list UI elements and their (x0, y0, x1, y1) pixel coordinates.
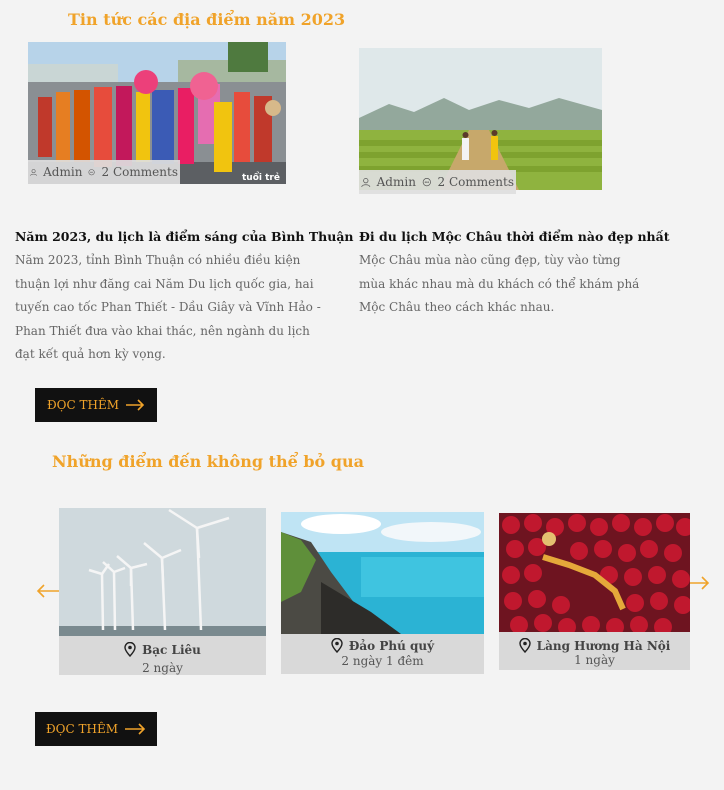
article-1-comments[interactable]: 2 Comments (102, 165, 178, 179)
article-1-description: Năm 2023, tỉnh Bình Thuận có nhiều điều … (15, 253, 321, 361)
news-read-more-label: ĐỌC THÊM (46, 398, 120, 412)
article-1-meta: Admin 2 Comments (28, 160, 180, 184)
article-1-title[interactable]: Năm 2023, du lịch là điểm sáng của Bình … (15, 229, 354, 244)
image-watermark: tuổi trẻ (242, 171, 280, 183)
destination-image-bac-lieu (59, 508, 266, 636)
destination-name: Làng Hương Hà Nội (536, 638, 671, 653)
destination-image-lang-huong-ha-noi (499, 513, 690, 632)
destination-duration: 1 ngày (574, 653, 615, 667)
destination-info-dao-phu-quy: Đảo Phú quý 2 ngày 1 đêm (281, 634, 484, 674)
article-2-meta: Admin 2 Comments (359, 170, 516, 194)
comment-icon (422, 177, 431, 186)
map-pin-icon (124, 642, 136, 657)
destination-card-bac-lieu[interactable]: Bạc Liêu 2 ngày (59, 508, 266, 675)
destination-name: Bạc Liêu (142, 642, 201, 657)
news-read-more-button[interactable]: ĐỌC THÊM (35, 388, 157, 422)
map-pin-icon (331, 638, 343, 653)
article-2-comments[interactable]: 2 Comments (438, 175, 514, 189)
destination-card-dao-phu-quy[interactable]: Đảo Phú quý 2 ngày 1 đêm (281, 512, 484, 674)
destination-card-lang-huong-ha-noi[interactable]: Làng Hương Hà Nội 1 ngày (499, 513, 690, 670)
user-icon (361, 177, 371, 187)
destination-image-dao-phu-quy (281, 512, 484, 634)
news-section-title: Tin tức các địa điểm năm 2023 (68, 10, 346, 29)
article-2-image[interactable] (359, 48, 602, 190)
destination-name: Đảo Phú quý (348, 638, 435, 653)
destinations-section-title: Những điểm đến không thể bỏ qua (52, 452, 364, 471)
destination-duration: 2 ngày (142, 661, 183, 675)
map-pin-icon (518, 638, 531, 653)
destination-info-lang-huong-ha-noi: Làng Hương Hà Nội 1 ngày (499, 632, 690, 670)
article-2-title[interactable]: Đi du lịch Mộc Châu thời điểm nào đẹp nh… (359, 229, 670, 244)
article-2-description: Mộc Châu mùa nào cũng đẹp, tùy vào từng … (359, 253, 640, 314)
destination-duration: 2 ngày 1 đêm (341, 654, 424, 668)
user-icon (30, 168, 37, 176)
arrow-right-icon (126, 399, 145, 411)
destination-info-bac-lieu: Bạc Liêu 2 ngày (59, 636, 266, 675)
article-1-author[interactable]: Admin (43, 165, 82, 179)
destinations-read-more-label: ĐỌC THÊM (45, 722, 119, 736)
arrow-right-icon (125, 723, 146, 735)
comment-icon (88, 168, 95, 175)
destinations-read-more-button[interactable]: ĐỌC THÊM (35, 712, 157, 746)
article-2-author[interactable]: Admin (377, 175, 416, 189)
